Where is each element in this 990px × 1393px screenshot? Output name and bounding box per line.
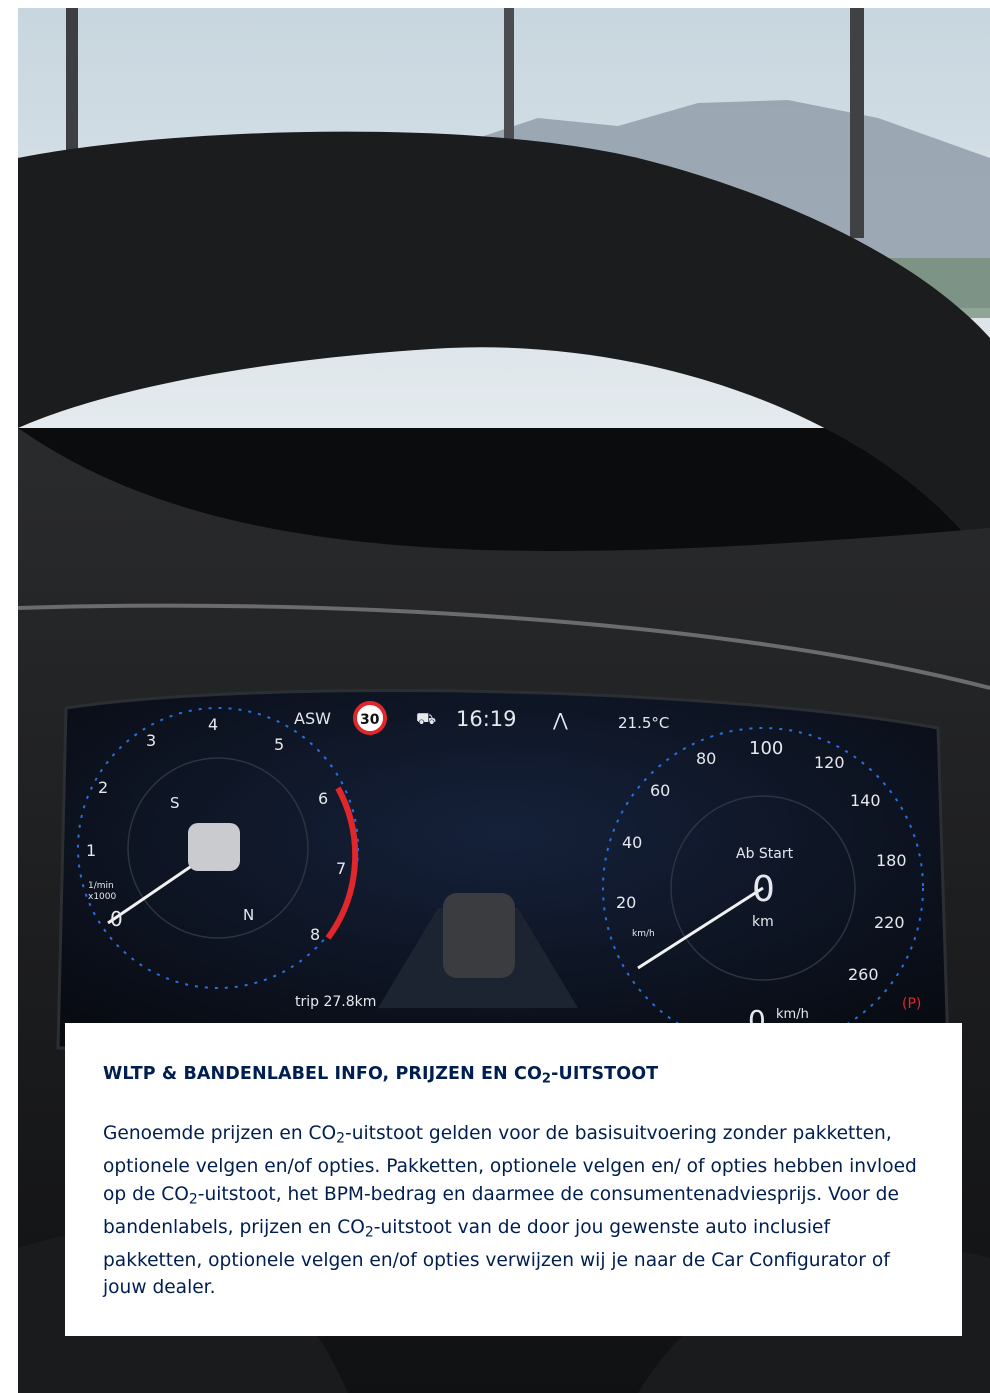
rpm-tick-6: 6 — [318, 789, 328, 808]
speed-tick-260: 260 — [848, 965, 879, 984]
rpm-unit-line2: x1000 — [88, 892, 117, 902]
parking-brake-icon: (P) — [902, 996, 921, 1012]
current-speed-unit: km/h — [776, 1007, 809, 1022]
info-body-subscript-1: 2 — [336, 1130, 346, 1147]
speed-tick-80: 80 — [696, 749, 716, 768]
ab-start-label: Ab Start — [736, 846, 794, 862]
palm-tree-right — [850, 8, 864, 238]
info-body: Genoemde prijzen en CO2-uitstoot gelden … — [103, 1120, 927, 1301]
speed-limit-value: 30 — [360, 712, 380, 728]
car-rear-view-icon — [443, 893, 515, 978]
rpm-tick-3: 3 — [146, 731, 156, 750]
rpm-tick-5: 5 — [274, 735, 284, 754]
outside-temperature: 21.5°C — [618, 714, 669, 732]
rpm-tick-8: 8 — [310, 925, 320, 944]
rpm-tick-0: 0 — [110, 907, 123, 931]
rpm-tick-1: 1 — [86, 841, 96, 860]
speed-tick-220: 220 — [874, 913, 905, 932]
rpm-unit-line1: 1/min — [88, 881, 114, 891]
trip-distance: trip 27.8km — [295, 994, 376, 1010]
info-body-subscript-2: 2 — [188, 1191, 198, 1208]
compass-south: S — [170, 794, 180, 812]
speed-tick-140: 140 — [850, 791, 881, 810]
info-title: WLTP & BANDENLABEL INFO, PRIJZEN EN CO2-… — [103, 1063, 924, 1090]
speed-tick-20: 20 — [616, 893, 636, 912]
asw-indicator: ASW — [294, 709, 331, 728]
info-title-post: -UITSTOOT — [551, 1064, 659, 1084]
speed-tick-180: 180 — [876, 851, 907, 870]
speed-tick-60: 60 — [650, 781, 670, 800]
info-title-pre: WLTP & BANDENLABEL INFO, PRIJZEN EN CO — [103, 1064, 542, 1084]
info-title-subscript: 2 — [541, 1071, 552, 1087]
speedometer-unit: km/h — [632, 929, 655, 939]
compass-north: N — [243, 906, 254, 924]
info-body-part-1: Genoemde prijzen en CO — [103, 1123, 337, 1145]
ab-start-value: 0 — [752, 869, 775, 910]
rpm-tick-4: 4 — [208, 715, 218, 734]
car-top-view-icon — [188, 823, 240, 871]
speed-tick-100: 100 — [749, 738, 783, 759]
rpm-tick-7: 7 — [336, 859, 346, 878]
rpm-unit: 1/min x1000 — [88, 881, 117, 902]
road-icon: ⋀ — [552, 710, 568, 731]
speed-tick-40: 40 — [622, 833, 642, 852]
clock: 16:19 — [456, 707, 517, 731]
speed-tick-120: 120 — [814, 753, 845, 772]
info-box: WLTP & BANDENLABEL INFO, PRIJZEN EN CO2-… — [65, 1023, 962, 1336]
ab-start-unit: km — [752, 914, 774, 930]
lane-assist-icon: ⛟ — [416, 709, 436, 728]
info-body-subscript-3: 2 — [364, 1224, 374, 1241]
rpm-tick-2: 2 — [98, 778, 108, 797]
